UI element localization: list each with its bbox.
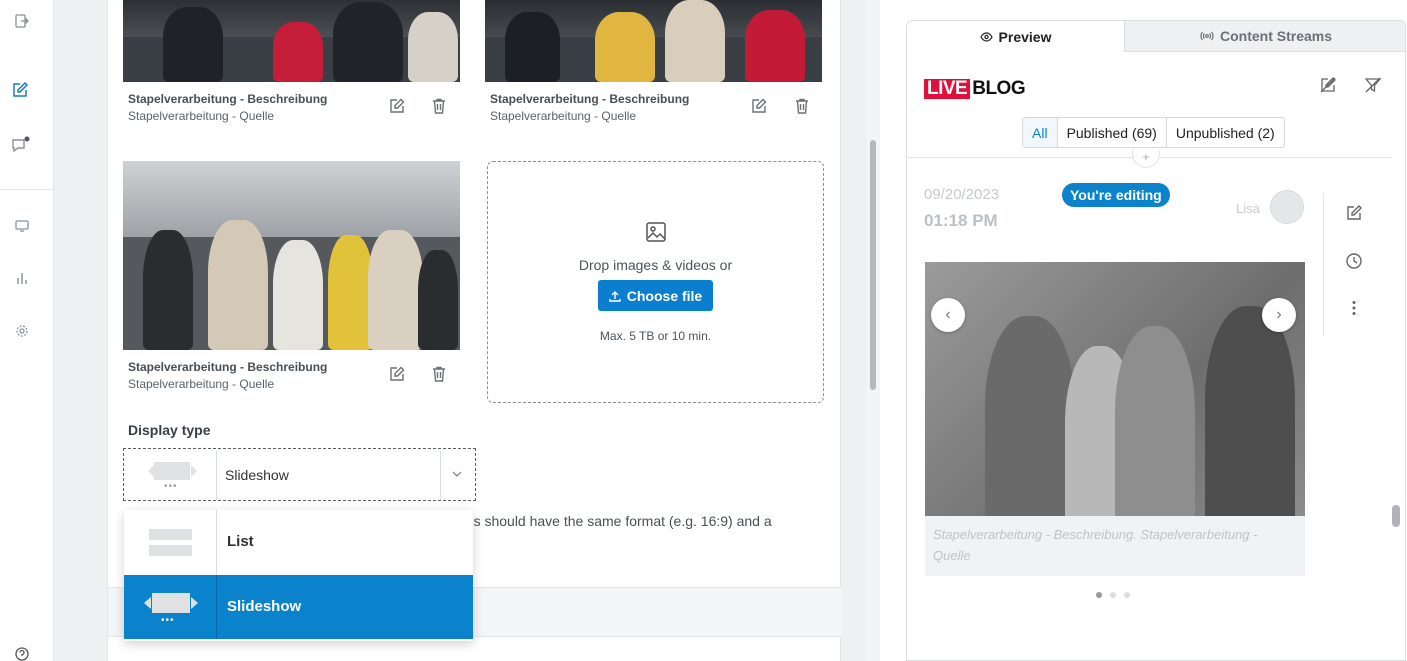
display-type-label: Display type — [128, 422, 211, 438]
broadcast-icon — [1200, 31, 1214, 41]
slideshow-icon: ••• — [124, 575, 217, 639]
display-type-value: Slideshow — [225, 467, 289, 483]
help-icon[interactable] — [11, 643, 33, 661]
display-icon[interactable] — [11, 215, 33, 237]
slide-dot[interactable] — [1110, 592, 1116, 598]
post-author: Lisa — [1236, 201, 1260, 216]
exit-icon[interactable] — [11, 10, 33, 32]
choose-file-label: Choose file — [626, 287, 703, 304]
image-2-source: Stapelverarbeitung - Quelle — [490, 109, 637, 123]
format-hint: ges should have the same format (e.g. 16… — [458, 513, 772, 529]
tab-content-streams[interactable]: Content Streams — [1124, 21, 1405, 52]
slideshow-icon: ••• — [146, 459, 198, 492]
media-dropzone[interactable]: Drop images & videos or Choose file Max.… — [487, 161, 824, 403]
comments-icon[interactable] — [10, 134, 32, 156]
slide-caption: Stapelverarbeitung - Beschreibung. Stape… — [925, 516, 1305, 576]
settings-icon[interactable] — [11, 320, 33, 342]
editor-scrollbar[interactable] — [866, 0, 880, 661]
edit-icon[interactable] — [1345, 204, 1365, 224]
choose-file-button[interactable]: Choose file — [598, 280, 713, 311]
option-list-label: List — [227, 533, 254, 550]
slide-dot[interactable] — [1096, 592, 1102, 598]
filter-published[interactable]: Published (69) — [1058, 118, 1167, 147]
image-1-title: Stapelverarbeitung - Beschreibung — [128, 92, 328, 106]
list-icon — [124, 510, 217, 574]
edit-icon[interactable] — [750, 97, 768, 115]
preview-panel: Preview Content Streams LIVE BLOG All Pu… — [906, 20, 1406, 661]
preview-scrollbar[interactable] — [1392, 505, 1400, 527]
edit-icon[interactable] — [388, 365, 406, 383]
image-3-title: Stapelverarbeitung - Beschreibung — [128, 360, 328, 374]
left-rail — [0, 0, 54, 661]
logo-blog: BLOG — [972, 78, 1026, 99]
dropzone-text: Drop images & videos or — [578, 257, 733, 273]
edit-icon[interactable] — [388, 97, 406, 115]
filter-all[interactable]: All — [1023, 118, 1058, 147]
more-icon[interactable] — [1345, 299, 1365, 319]
gallery-image-2[interactable] — [485, 0, 822, 82]
slide-prev-button[interactable]: ‹ — [931, 298, 965, 332]
slide-dot[interactable] — [1124, 592, 1130, 598]
image-3-source: Stapelverarbeitung - Quelle — [128, 377, 275, 391]
logo-live: LIVE — [924, 79, 971, 99]
analytics-icon[interactable] — [11, 267, 33, 289]
editing-badge: You're editing — [1062, 183, 1170, 207]
display-type-select[interactable]: ••• Slideshow — [123, 448, 476, 501]
tab-content-streams-label: Content Streams — [1219, 28, 1333, 44]
tab-preview-label: Preview — [998, 28, 1052, 45]
post-feed: + 09/20/2023 01:18 PM You're editing Lis… — [907, 150, 1392, 660]
gallery-image-1[interactable] — [123, 0, 460, 82]
editor-panel: Stapelverarbeitung - Beschreibung Stapel… — [107, 0, 842, 661]
edit-icon[interactable] — [9, 79, 31, 101]
tab-preview[interactable]: Preview — [907, 21, 1124, 52]
post-filter: All Published (69) Unpublished (2) — [1022, 117, 1285, 148]
trash-icon[interactable] — [430, 365, 448, 383]
add-post-icon[interactable]: + — [1132, 150, 1160, 168]
post-time: 01:18 PM — [924, 211, 998, 230]
edit-off-icon[interactable] — [1319, 76, 1339, 96]
liveblog-logo: LIVE BLOG — [924, 78, 1026, 100]
post-date: 09/20/2023 — [924, 186, 1000, 203]
dropzone-limit: Max. 5 TB or 10 min. — [599, 329, 712, 343]
eye-icon — [979, 31, 993, 42]
filter-unpublished[interactable]: Unpublished (2) — [1167, 118, 1284, 147]
post-slideshow — [925, 262, 1305, 516]
trash-icon[interactable] — [793, 97, 811, 115]
image-icon — [645, 221, 667, 243]
upload-icon — [609, 290, 621, 302]
clock-icon[interactable] — [1345, 252, 1365, 272]
slide-indicators — [1096, 592, 1130, 598]
option-list[interactable]: List — [124, 510, 473, 574]
avatar — [1270, 190, 1304, 224]
image-1-source: Stapelverarbeitung - Quelle — [128, 109, 275, 123]
option-slideshow[interactable]: ••• Slideshow — [124, 575, 473, 639]
slide-next-button[interactable]: › — [1262, 298, 1296, 332]
image-2-title: Stapelverarbeitung - Beschreibung — [490, 92, 690, 106]
display-type-menu: List ••• Slideshow — [124, 510, 473, 641]
option-slideshow-label: Slideshow — [227, 598, 302, 615]
filter-off-icon[interactable] — [1364, 76, 1384, 96]
chevron-down-icon[interactable] — [449, 466, 465, 482]
gallery-image-3[interactable] — [123, 161, 460, 350]
trash-icon[interactable] — [430, 97, 448, 115]
